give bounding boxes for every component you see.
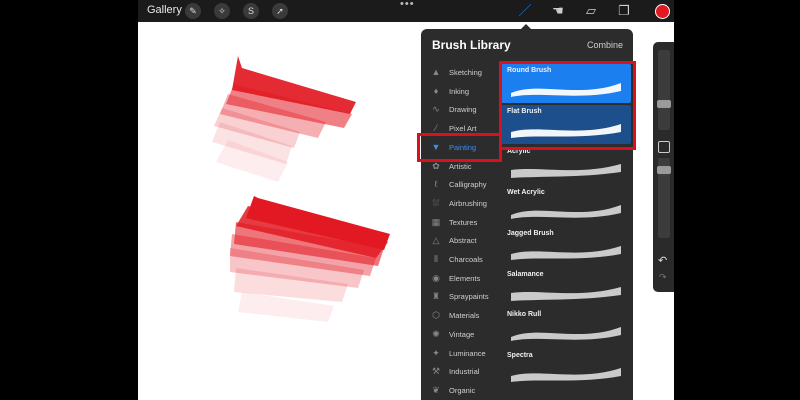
brush-size-knob[interactable] [657,100,671,108]
transform-icon[interactable]: ➚ [272,3,288,19]
charcoals-icon: ⦀ [434,254,438,264]
category-item[interactable]: ♜ Spraypaints [421,288,501,306]
brush-size-slider[interactable] [657,50,671,130]
brush-item[interactable]: Salamance [501,268,631,307]
eraser-icon[interactable]: ▱ [582,2,600,20]
color-picker-button[interactable] [655,4,670,19]
right-sidebar: ↶ ↷ [653,42,674,292]
artistic-icon: ✿ [432,160,440,171]
vintage-icon: ✺ [432,328,440,339]
category-label: Spraypaints [449,292,489,302]
brush-name: Wet Acrylic [507,189,545,197]
category-item[interactable]: △ Abstract [421,232,501,250]
category-label: Materials [449,311,480,321]
textures-icon: ▦ [431,216,441,227]
airbrushing-icon: ⛆ [432,197,440,208]
materials-icon: ⬡ [432,310,440,321]
elements-icon: ◉ [432,272,440,283]
category-item[interactable]: ⛆ Airbrushing [421,195,501,213]
category-label: Pixel Art [449,124,477,134]
brush-selection-highlight [499,61,636,150]
category-label: Drawing [449,105,477,115]
category-item[interactable]: ▦ Textures [421,214,501,232]
brush-stroke-preview [511,205,621,220]
layers-icon[interactable]: ❐ [615,2,633,20]
brush-stroke-preview [511,327,621,342]
category-label: Artistic [449,161,472,171]
brush-stroke-preview [511,286,621,301]
category-item[interactable]: ▲ Sketching [421,64,501,82]
category-label: Airbrushing [449,198,487,208]
category-item[interactable]: ◉ Elements [421,270,501,288]
drawing-icon: ∿ [432,104,440,115]
category-label: Calligraphy [449,180,487,190]
brush-name: Salamance [507,270,544,278]
brush-name: Jagged Brush [507,229,554,237]
category-label: Textures [449,217,478,227]
luminance-icon: ✦ [432,347,440,358]
gallery-button[interactable]: Gallery [147,4,182,16]
undo-icon[interactable]: ↶ [658,254,667,267]
category-item[interactable]: ♦ Inking [421,83,501,101]
category-label: Vintage [449,329,475,339]
magic-wand-icon[interactable]: ✧ [214,3,230,19]
inking-icon: ♦ [433,85,439,96]
brush-item[interactable]: Jagged Brush [501,227,631,266]
brush-stroke-preview [511,367,621,382]
category-item[interactable]: ℓ Calligraphy [421,176,501,194]
spraypaints-icon: ♜ [431,291,441,302]
brush-item[interactable]: Acrylic [501,145,631,184]
category-item[interactable]: ∿ Drawing [421,101,501,119]
category-label: Industrial [449,367,480,377]
combine-button[interactable]: Combine [587,40,623,50]
smudge-icon[interactable]: ☚ [549,2,567,20]
opacity-slider[interactable] [657,158,671,238]
wrench-icon[interactable]: ✎ [185,3,201,19]
redo-icon[interactable]: ↷ [659,272,667,283]
category-label: Elements [449,273,481,283]
more-options-icon[interactable]: ••• [400,0,415,10]
brush-stroke-preview [511,245,621,260]
organic-icon: ❦ [432,384,440,395]
painting-category-highlight [417,133,502,162]
category-item[interactable]: ⬡ Materials [421,307,501,325]
modify-button[interactable] [658,141,670,153]
sketching-icon: ▲ [431,67,441,77]
brush-stroke-preview [511,164,621,179]
pixel-art-icon: ⁄ [435,123,437,134]
category-item[interactable]: ❦ Organic [421,382,501,400]
abstract-icon: △ [432,235,440,246]
category-label: Sketching [449,68,482,77]
brush-item[interactable]: Wet Acrylic [501,186,631,225]
brush-name: Spectra [507,351,533,359]
category-label: Abstract [449,236,477,246]
brush-icon[interactable]: ／ [516,2,534,20]
category-label: Organic [449,385,476,395]
brush-item[interactable]: Spectra [501,349,631,388]
panel-title: Brush Library [432,38,511,52]
industrial-icon: ⚒ [431,366,441,377]
top-toolbar: Gallery ✎ ✧ S ➚ ••• ／ ☚ ▱ ❐ [138,0,674,22]
category-label: Luminance [449,348,486,358]
selection-icon[interactable]: S [243,3,259,19]
category-label: Charcoals [449,255,483,264]
category-item[interactable]: ✦ Luminance [421,345,501,363]
brush-item[interactable]: Nikko Rull [501,308,631,347]
category-label: Inking [449,86,470,96]
category-item[interactable]: ⦀ Charcoals [421,251,501,269]
opacity-knob[interactable] [657,166,671,174]
category-item[interactable]: ⚒ Industrial [421,363,501,381]
category-item[interactable]: ✺ Vintage [421,326,501,344]
brush-name: Nikko Rull [507,311,542,319]
calligraphy-icon: ℓ [434,179,438,190]
